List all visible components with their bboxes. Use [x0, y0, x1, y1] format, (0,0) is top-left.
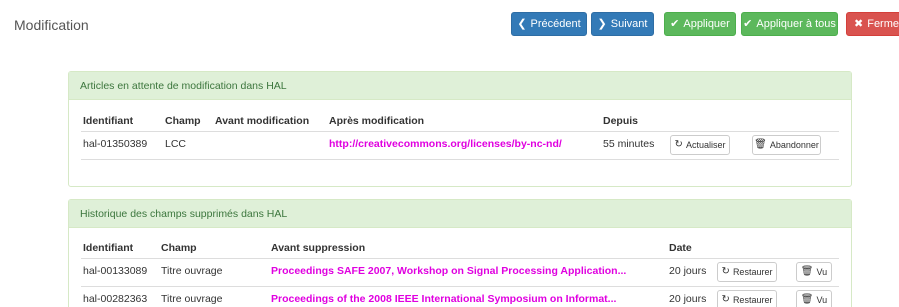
times-icon: ✖	[854, 17, 864, 30]
header-divider	[81, 258, 839, 259]
row-field: LCC	[165, 138, 187, 150]
top-bar: Modification ❮ Précédent ❯ Suivant ✔ App…	[0, 0, 899, 48]
apply-button[interactable]: ✔ Appliquer	[664, 12, 736, 36]
check-icon: ✔	[743, 17, 753, 30]
apply-all-button[interactable]: ✔ Appliquer à tous	[741, 12, 838, 36]
col-field: Champ	[165, 115, 201, 127]
row-after-link[interactable]: http://creativecommons.org/licenses/by-n…	[329, 138, 562, 150]
col-id: Identifiant	[83, 115, 134, 127]
col-since: Depuis	[603, 115, 639, 127]
seen-button[interactable]: 🗑 Vu	[796, 262, 832, 282]
trash-icon: 🗑	[800, 266, 814, 277]
previous-button[interactable]: ❮ Précédent	[511, 12, 587, 36]
abandon-label: Abandonner	[769, 140, 819, 150]
seen-button[interactable]: 🗑 Vu	[796, 290, 832, 307]
row-field: Titre ouvrage	[161, 293, 223, 305]
trash-icon: 🗑	[800, 294, 814, 305]
row-field: Titre ouvrage	[161, 265, 223, 277]
close-label: Fermer	[867, 18, 899, 30]
row-since: 55 minutes	[603, 138, 655, 150]
col-field: Champ	[161, 242, 197, 254]
apply-all-label: Appliquer à tous	[756, 18, 836, 30]
restore-label: Restaurer	[732, 267, 773, 277]
row-divider	[81, 159, 839, 160]
col-before: Avant suppression	[271, 242, 366, 254]
row-date: 20 jours	[669, 293, 707, 305]
row-divider	[81, 286, 839, 287]
refresh-icon: ↻	[721, 266, 730, 277]
restore-button[interactable]: ↻ Restaurer	[717, 290, 777, 307]
seen-label: Vu	[816, 267, 828, 277]
check-icon: ✔	[670, 17, 680, 30]
row-id: hal-00282363	[83, 293, 148, 305]
chevron-left-icon: ❮	[517, 17, 527, 30]
refresh-label: Actualiser	[685, 140, 726, 150]
header-divider	[81, 131, 839, 132]
pending-panel-heading: Articles en attente de modification dans…	[69, 72, 851, 100]
close-button[interactable]: ✖ Fermer	[846, 12, 899, 36]
col-date: Date	[669, 242, 692, 254]
col-id: Identifiant	[83, 242, 134, 254]
col-before: Avant modification	[215, 115, 310, 127]
refresh-icon: ↻	[674, 139, 683, 150]
col-after: Après modification	[329, 115, 425, 127]
next-label: Suivant	[610, 18, 648, 30]
row-date: 20 jours	[669, 265, 707, 277]
abandon-button[interactable]: 🗑 Abandonner	[752, 135, 821, 155]
next-button[interactable]: ❯ Suivant	[591, 12, 654, 36]
page-title: Modification	[14, 17, 89, 33]
refresh-button[interactable]: ↻ Actualiser	[670, 135, 730, 155]
apply-label: Appliquer	[683, 18, 730, 30]
restore-button[interactable]: ↻ Restaurer	[717, 262, 777, 282]
trash-icon: 🗑	[754, 139, 767, 150]
row-before-link[interactable]: Proceedings of the 2008 IEEE Internation…	[271, 293, 616, 305]
restore-label: Restaurer	[732, 295, 773, 305]
pending-panel: Articles en attente de modification dans…	[68, 71, 852, 187]
row-id: hal-00133089	[83, 265, 148, 277]
refresh-icon: ↻	[721, 294, 730, 305]
history-panel: Historique des champs supprimés dans HAL…	[68, 199, 852, 307]
row-before-link[interactable]: Proceedings SAFE 2007, Workshop on Signa…	[271, 265, 626, 277]
row-id: hal-01350389	[83, 138, 148, 150]
chevron-right-icon: ❯	[597, 17, 607, 30]
seen-label: Vu	[816, 295, 828, 305]
previous-label: Précédent	[530, 18, 581, 30]
history-panel-heading: Historique des champs supprimés dans HAL	[69, 200, 851, 228]
